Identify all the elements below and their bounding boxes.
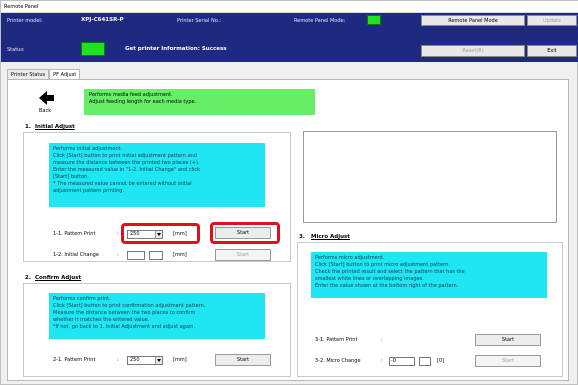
initial-change-label: 1-2. Initial Change: [53, 252, 99, 258]
highlight-start-button: [210, 222, 280, 244]
back-button[interactable]: Back: [35, 87, 57, 117]
micro-pattern-print-label: 3-1. Pattern Print: [315, 337, 358, 343]
initial-desc-line: Click [Start] button to print initial ad…: [53, 153, 197, 159]
initial-adjust-title: Initial Adjust: [35, 124, 75, 130]
confirm-pattern-length-value: 250: [130, 357, 140, 363]
initial-adjust-number: 1.: [25, 124, 31, 130]
tab-printer-status[interactable]: Printer Status: [7, 69, 50, 79]
micro-change-colon: :: [381, 358, 383, 364]
pattern-print-colon: :: [117, 231, 119, 237]
confirm-unit-label: [mm]: [173, 357, 187, 363]
update-button[interactable]: Update: [527, 15, 577, 26]
initial-desc-line: Performs initial adjustment.: [53, 146, 123, 152]
confirm-adjust-description: Performs confirm print. Click [Start] bu…: [49, 293, 265, 339]
initial-desc-line: measure the distance between the printed…: [53, 160, 200, 166]
confirm-pattern-print-label: 2-1. Pattern Print: [53, 357, 96, 363]
printer-model-value: XPJ-C641SR-P: [81, 17, 124, 23]
status-label: Status:: [7, 47, 25, 53]
confirm-start-button[interactable]: Start: [215, 354, 271, 366]
micro-adjust-title: Micro Adjust: [311, 234, 350, 240]
remote-panel-mode-label: Remote Panel Mode:: [294, 18, 346, 24]
intro-line-1: Performs media feed adjustment.: [89, 92, 173, 98]
pattern-print-label: 1-1. Pattern Print: [53, 231, 96, 237]
initial-change-start-button[interactable]: Start: [215, 249, 271, 261]
initial-change-unit: [mm]: [173, 252, 187, 258]
confirm-adjust-title: Confirm Adjust: [35, 275, 82, 281]
micro-change-value: -0: [391, 358, 396, 364]
micro-adjust-description: Performs micro adjustment. Click [Start]…: [311, 252, 547, 298]
printer-model-label: Printer model:: [7, 18, 43, 24]
back-arrow-shaft: [46, 95, 54, 101]
micro-pattern-print-colon: :: [381, 337, 383, 343]
remote-panel-mode-button[interactable]: Remote Panel Mode: [421, 15, 525, 26]
confirm-pattern-length-select[interactable]: 250: [127, 356, 163, 365]
micro-desc-line: smallest white lines or overlapping imag…: [315, 276, 424, 282]
micro-desc-line: Click [Start] button to print micro adju…: [315, 262, 450, 268]
window-title: Remote Panel: [4, 4, 39, 10]
initial-desc-line: * The measured value cannot be entered w…: [53, 181, 192, 187]
remote-panel-window: Remote Panel Printer model: XPJ-C641SR-P…: [0, 0, 578, 385]
micro-desc-line: Check the printed result and select the …: [315, 269, 465, 275]
initial-desc-line: Enter the measured value in "1-2. Initia…: [53, 167, 201, 173]
pattern-preview-area: [303, 131, 557, 223]
initial-desc-line: adjustment pattern printing.: [53, 188, 125, 194]
status-indicator: [81, 42, 105, 56]
micro-pattern-start-button[interactable]: Start: [475, 334, 541, 346]
highlight-pattern-select: [121, 223, 200, 244]
confirm-desc-line: Performs confirm print.: [53, 296, 111, 302]
exit-button[interactable]: Exit: [527, 45, 577, 57]
confirm-adjust-number: 2.: [25, 275, 31, 281]
chevron-down-icon[interactable]: [155, 357, 162, 364]
tab-strip: Printer Status PF Adjust: [7, 69, 81, 79]
initial-change-input[interactable]: [127, 251, 145, 260]
confirm-desc-line: Measure the distance between the two pla…: [53, 310, 196, 316]
micro-change-unit: [0]: [437, 358, 445, 364]
micro-adjust-number: 3.: [299, 234, 305, 240]
confirm-desc-line: whether it matches the entered value.: [53, 317, 150, 323]
confirm-desc-line: Click [Start] button to print confirmati…: [53, 303, 206, 309]
micro-desc-line: Enter the value shown at the bottom righ…: [315, 283, 459, 289]
tab-pf-adjust[interactable]: PF Adjust: [49, 69, 81, 79]
intro-message: Performs media feed adjustment. Adjust f…: [84, 89, 315, 115]
back-label: Back: [39, 108, 52, 114]
initial-desc-line: [Start] button.: [53, 174, 89, 180]
micro-change-start-button[interactable]: Start: [475, 355, 541, 367]
reset-button[interactable]: Reset(R): [421, 45, 525, 57]
intro-line-2: Adjust feeding length for each media typ…: [89, 99, 197, 105]
initial-change-input-2[interactable]: [149, 251, 163, 260]
confirm-desc-line: *If not, go back to 1. Initial Adjustmen…: [53, 324, 196, 330]
micro-change-label: 3-2. Micro Change: [315, 358, 361, 364]
micro-desc-line: Performs micro adjustment.: [315, 255, 385, 261]
initial-change-colon: :: [117, 252, 119, 258]
micro-change-input[interactable]: [419, 357, 431, 366]
initial-adjust-description: Performs initial adjustment. Click [Star…: [49, 143, 265, 207]
status-message: Get printer Information: Success: [125, 46, 227, 52]
title-bar: Remote Panel: [1, 1, 578, 13]
confirm-pattern-print-colon: :: [117, 357, 119, 363]
remote-panel-mode-indicator: [367, 15, 381, 25]
printer-info-bar: Printer model: XPJ-C641SR-P Printer Seri…: [1, 13, 578, 62]
printer-serial-label: Printer Serial No.:: [177, 18, 221, 24]
micro-change-stepper[interactable]: -0: [389, 357, 415, 366]
